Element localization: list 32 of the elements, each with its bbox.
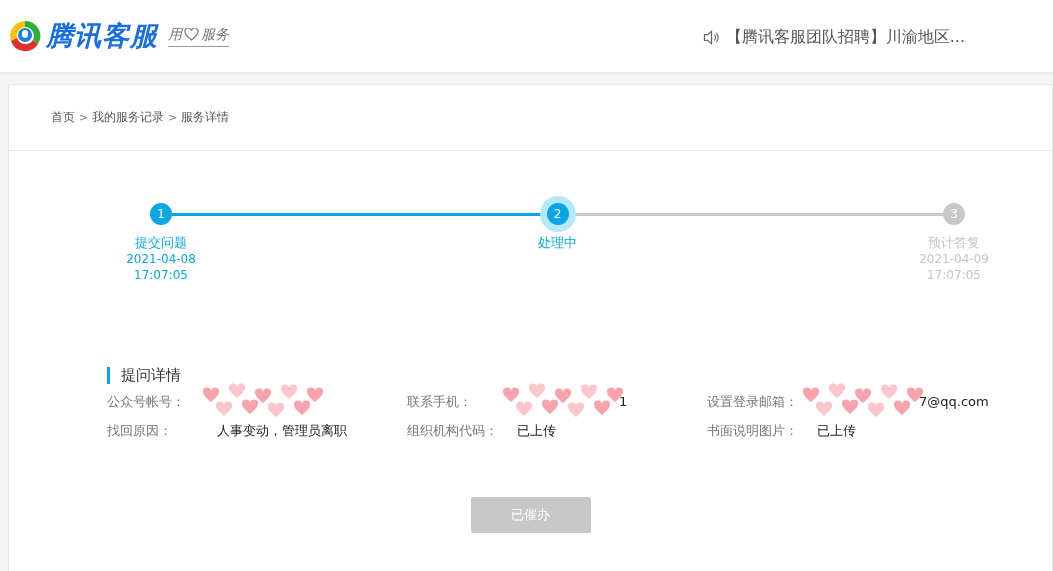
field-label: 书面说明图片： [707,421,799,440]
step-label: 提交问题 [135,235,187,251]
heart-icon [184,28,199,41]
step-date: 2021-04-08 [126,251,196,267]
separator-mark: > [168,111,178,124]
step-label: 处理中 [538,235,577,251]
step-number: 2 [546,203,569,225]
brand-name: 腾讯客服 [46,19,158,53]
field-label: 找回原因： [107,421,173,440]
speaker-icon [702,29,720,45]
step-number: 1 [150,203,172,225]
breadcrumb-link[interactable]: 我的服务记录 [92,109,165,126]
logo-icon [8,19,42,53]
notice-link[interactable]: 【腾讯客服团队招聘】川渝地区... [725,26,965,48]
step-time: 17:07:05 [927,267,981,283]
field-label: 联系手机： [407,392,473,411]
field-value: 7@qq.com [919,394,989,409]
separator-mark: > [79,111,89,124]
breadcrumb-link[interactable]: 首页 [51,109,75,126]
field-label: 设置登录邮箱： [707,392,799,411]
slogan-text: 用 [168,25,182,44]
field-label: 公众号帐号： [107,392,186,411]
step-time: 17:07:05 [134,267,188,283]
field-value: 1 [619,394,628,409]
step-label: 预计答复 [928,235,980,251]
slogan-text: 服务 [201,25,229,44]
field-label: 组织机构代码： [407,421,499,440]
field-value: 已上传 [517,421,556,440]
field-value: 人事变动，管理员离职 [217,421,347,440]
step-date: 2021-04-09 [919,251,989,267]
field-value: 已上传 [817,421,856,440]
current-page-label: 服务详情 [181,109,230,126]
